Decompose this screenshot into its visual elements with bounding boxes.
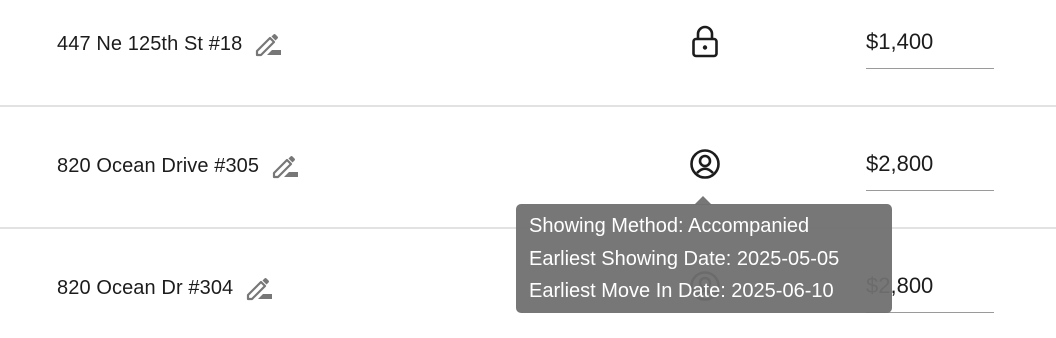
listing-row: 447 Ne 125th St #18: [0, 0, 1056, 107]
tooltip-showing-method: Showing Method: Accompanied: [529, 215, 810, 237]
edit-pencil-icon[interactable]: [254, 31, 284, 57]
listing-address-cell: 447 Ne 125th St #18: [57, 31, 284, 57]
price-field[interactable]: [866, 147, 994, 191]
listings-list: 447 Ne 125th St #18 820 Ocean Drive #305: [0, 0, 1056, 338]
listing-address-cell: 820 Ocean Drive #305: [57, 153, 301, 179]
showing-info-tooltip: Showing Method: Accompanied Earliest Sho…: [516, 204, 892, 313]
listing-address: 820 Ocean Drive #305: [57, 154, 260, 177]
edit-pencil-icon[interactable]: [271, 153, 301, 179]
listing-address: 447 Ne 125th St #18: [57, 32, 243, 55]
listing-address: 820 Ocean Dr #304: [57, 276, 234, 299]
tooltip-earliest-move-in-date: Earliest Move In Date: 2025-06-10: [529, 280, 834, 302]
price-input[interactable]: [866, 151, 994, 177]
price-field[interactable]: [866, 25, 994, 69]
price-input[interactable]: [866, 29, 994, 55]
edit-pencil-icon[interactable]: [245, 275, 275, 301]
lock-icon[interactable]: [689, 25, 721, 59]
listing-address-cell: 820 Ocean Dr #304: [57, 275, 275, 301]
tooltip-earliest-showing-date: Earliest Showing Date: 2025-05-05: [529, 247, 840, 270]
user-circle-icon[interactable]: [689, 147, 721, 181]
